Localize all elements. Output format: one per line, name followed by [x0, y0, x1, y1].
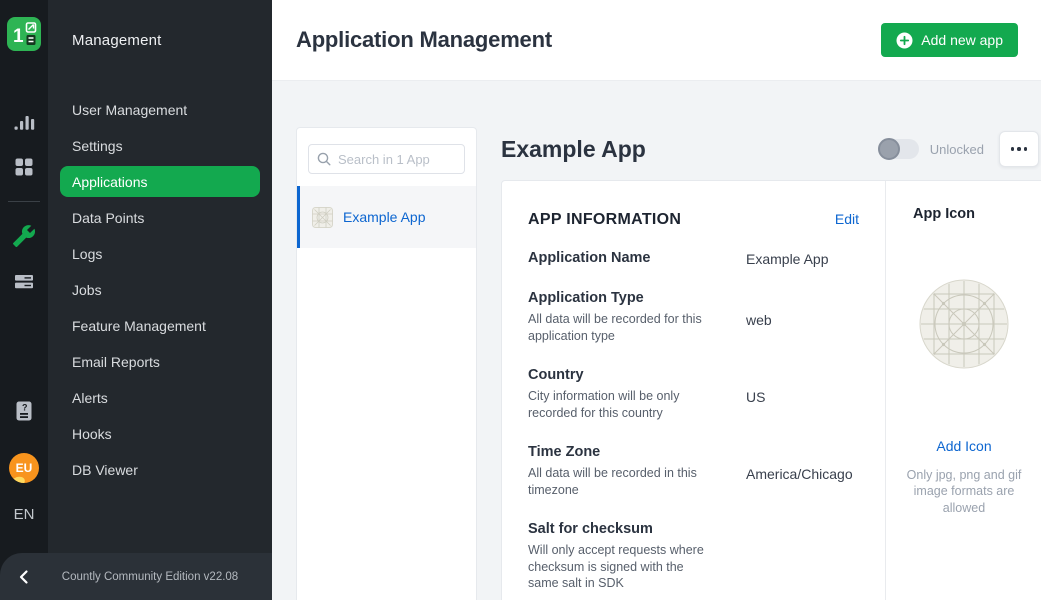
- field-value: Example App: [746, 251, 829, 267]
- language-selector[interactable]: EN: [0, 506, 48, 523]
- page-title: Application Management: [296, 27, 552, 53]
- ellipsis-icon: [1011, 147, 1015, 151]
- field-time-zone: Time Zone All data will be recorded in t…: [528, 444, 859, 498]
- add-new-app-label: Add new app: [921, 32, 1003, 48]
- section-title: APP INFORMATION: [528, 211, 681, 229]
- data-manager-icon[interactable]: [12, 269, 36, 293]
- app-icon-panel: App Icon: [885, 181, 1041, 600]
- sidebar-item-data-points[interactable]: Data Points: [48, 200, 272, 236]
- sidebar-item-jobs[interactable]: Jobs: [48, 272, 272, 308]
- toggle-knob: [878, 138, 900, 160]
- app-list-item-example-app[interactable]: Example App: [297, 186, 476, 248]
- sidebar-item-db-viewer[interactable]: DB Viewer: [48, 452, 272, 488]
- management-wrench-icon[interactable]: [12, 224, 36, 248]
- sidebar-item-applications[interactable]: Applications: [60, 166, 260, 197]
- field-label: Salt for checksum: [528, 521, 746, 537]
- app-detail-header: Example App Unlocked: [501, 127, 1039, 171]
- field-label: Country: [528, 367, 746, 383]
- field-value: web: [746, 312, 772, 344]
- app-icon-title: App Icon: [913, 206, 1041, 222]
- sidebar: 1: [0, 0, 272, 600]
- app-icon-placeholder-image: [919, 279, 1009, 369]
- field-application-type: Application Type All data will be record…: [528, 290, 859, 344]
- sidebar-item-logs[interactable]: Logs: [48, 236, 272, 272]
- app-list-item-label: Example App: [343, 209, 426, 225]
- sidebar-menu-panel: Management User Management Settings Appl…: [48, 0, 272, 600]
- app-placeholder-icon: [312, 207, 333, 228]
- sidebar-item-hooks[interactable]: Hooks: [48, 416, 272, 452]
- field-value: America/Chicago: [746, 466, 853, 498]
- sidebar-item-alerts[interactable]: Alerts: [48, 380, 272, 416]
- page-header: Application Management Add new app: [272, 0, 1041, 81]
- rail-divider: [8, 201, 40, 202]
- field-description: Will only accept requests where checksum…: [528, 542, 708, 592]
- search-icon: [317, 152, 331, 166]
- menu-section-title: Management: [48, 0, 272, 49]
- field-label: Application Name: [528, 250, 746, 266]
- field-salt-for-checksum: Salt for checksum Will only accept reque…: [528, 521, 859, 592]
- sidebar-item-feature-management[interactable]: Feature Management: [48, 308, 272, 344]
- field-label: Application Type: [528, 290, 746, 306]
- svg-text:1: 1: [13, 26, 24, 47]
- analytics-icon[interactable]: [12, 111, 36, 135]
- app-information-card: APP INFORMATION Edit Application Name Ex…: [501, 180, 1041, 600]
- app-icon-placeholder: [919, 279, 1009, 374]
- icon-rail: 1: [0, 0, 48, 600]
- avatar-initials: EU: [16, 461, 33, 475]
- dashboard-grid-icon[interactable]: [12, 155, 36, 179]
- icon-format-hint: Only jpg, png and gif image formats are …: [901, 467, 1027, 516]
- field-label: Time Zone: [528, 444, 746, 460]
- content-area: Example App Example App Unlocked: [272, 81, 1041, 600]
- edit-link[interactable]: Edit: [835, 211, 859, 227]
- field-description: All data will be recorded for this appli…: [528, 311, 708, 344]
- add-new-app-button[interactable]: Add new app: [881, 23, 1018, 57]
- app-search: [308, 144, 465, 174]
- version-label: Countly Community Edition v22.08: [48, 571, 272, 583]
- field-description: City information will be only recorded f…: [528, 388, 708, 421]
- sidebar-nav: User Management Settings Applications Da…: [48, 92, 272, 488]
- more-options-button[interactable]: [999, 131, 1039, 167]
- lock-state-label: Unlocked: [930, 142, 984, 157]
- field-value: US: [746, 389, 765, 421]
- help-icon[interactable]: ?: [12, 399, 36, 423]
- sidebar-item-email-reports[interactable]: Email Reports: [48, 344, 272, 380]
- sidebar-footer-bar: Countly Community Edition v22.08: [0, 553, 272, 600]
- search-input[interactable]: [308, 144, 465, 174]
- app-list-panel: Example App: [296, 127, 477, 600]
- add-icon-link[interactable]: Add Icon: [886, 438, 1041, 454]
- app-detail-title: Example App: [501, 136, 646, 163]
- app-information-section: APP INFORMATION Edit Application Name Ex…: [502, 181, 885, 600]
- user-avatar[interactable]: EU: [9, 453, 39, 483]
- sidebar-item-settings[interactable]: Settings: [48, 128, 272, 164]
- sidebar-item-user-management[interactable]: User Management: [48, 92, 272, 128]
- countly-logo-icon[interactable]: 1: [6, 16, 42, 52]
- field-country: Country City information will be only re…: [528, 367, 859, 421]
- svg-text:?: ?: [22, 403, 28, 413]
- lock-toggle[interactable]: [879, 139, 919, 159]
- collapse-sidebar-button[interactable]: [0, 553, 48, 600]
- plus-circle-icon: [896, 32, 913, 49]
- field-application-name: Application Name Example App: [528, 250, 859, 267]
- field-description: All data will be recorded in this timezo…: [528, 465, 708, 498]
- countly-app-window: 1: [0, 0, 1041, 600]
- main-area: Application Management Add new app: [272, 0, 1041, 600]
- chevron-left-icon: [16, 569, 32, 585]
